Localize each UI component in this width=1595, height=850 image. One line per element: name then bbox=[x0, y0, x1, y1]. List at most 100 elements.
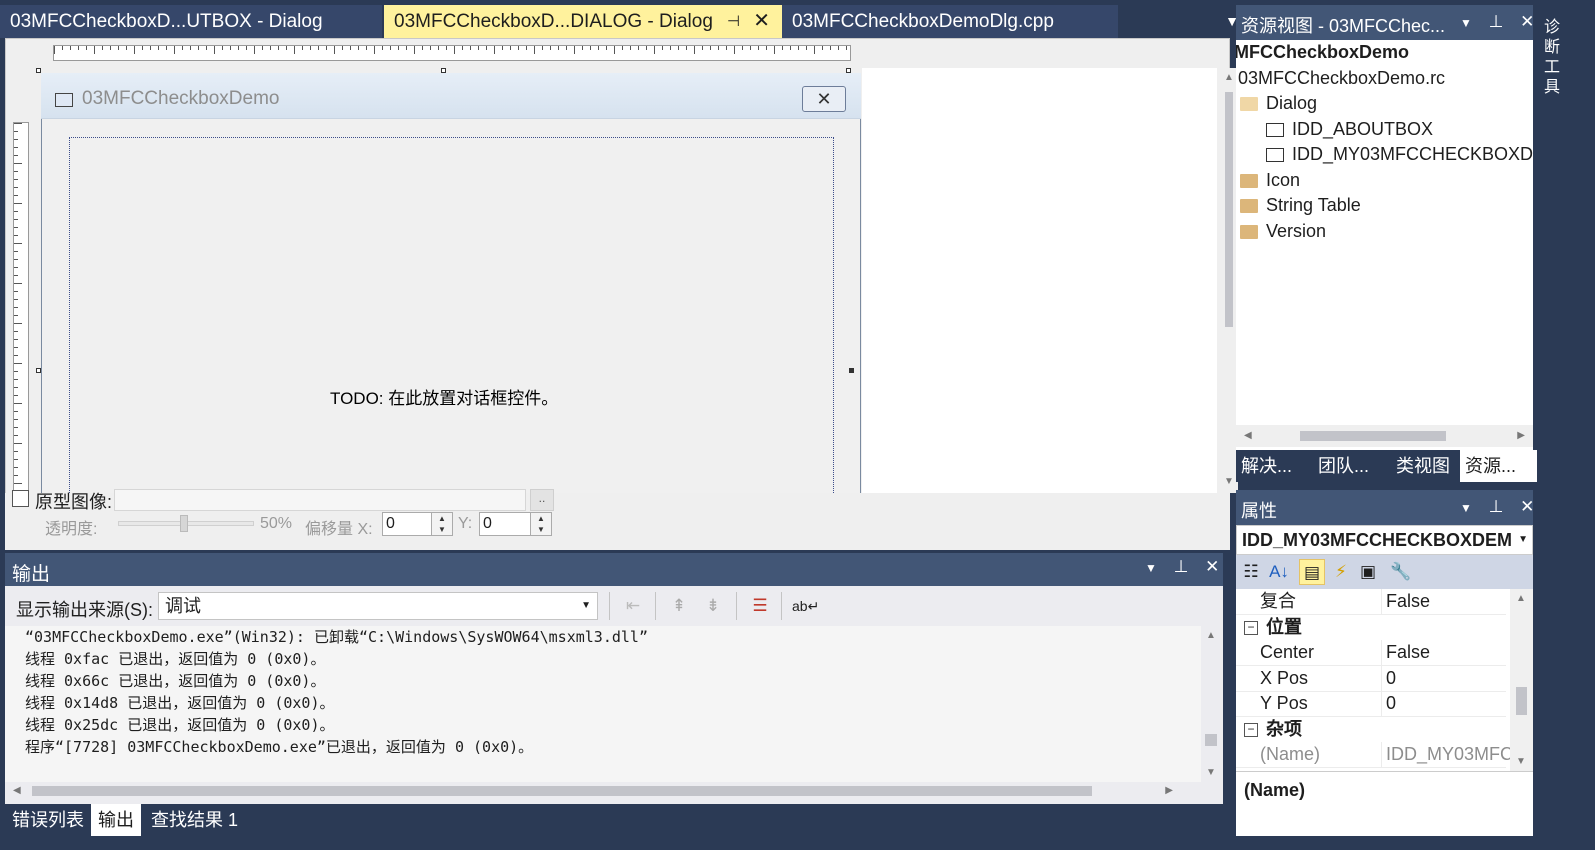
previous-message-icon[interactable]: ⇞ bbox=[666, 594, 692, 618]
ruler-tick bbox=[630, 46, 631, 50]
prototype-image-path-field[interactable] bbox=[114, 489, 526, 511]
transparency-slider-thumb[interactable] bbox=[180, 515, 188, 532]
ruler-tick bbox=[14, 187, 18, 188]
tab-team-explorer[interactable]: 团队... bbox=[1313, 450, 1369, 482]
ruler-tick bbox=[342, 46, 343, 50]
doc-tab-label: 03MFCCheckboxD...UTBOX - Dialog bbox=[10, 11, 323, 32]
property-pages-icon[interactable]: 🔧 bbox=[1388, 559, 1414, 585]
close-icon[interactable]: ✕ bbox=[753, 5, 770, 38]
property-row[interactable]: (Name) IDD_MY03MFCCHECKBOXDEMO_DIALOG bbox=[1236, 742, 1511, 768]
tree-folder-dialog[interactable]: Dialog bbox=[1240, 93, 1317, 114]
properties-object-select[interactable]: IDD_MY03MFCCHECKBOXDEM ▼ bbox=[1236, 525, 1533, 555]
prototype-image-label: 原型图像: bbox=[35, 492, 113, 512]
designer-scroll-thumb[interactable] bbox=[1225, 92, 1233, 327]
todo-static-text[interactable]: TODO: 在此放置对话框控件。 bbox=[330, 384, 558, 409]
resize-handle[interactable] bbox=[849, 368, 854, 373]
pin-icon[interactable]: ⊥ bbox=[1489, 12, 1504, 31]
doc-tab-label: 03MFCCheckboxDemoDlg.cpp bbox=[792, 11, 1054, 32]
offset-y-spinner[interactable]: ▲ ▼ bbox=[530, 512, 552, 536]
tab-error-list[interactable]: 错误列表 bbox=[5, 804, 91, 836]
prototype-image-checkbox[interactable] bbox=[12, 490, 29, 507]
tab-class-view[interactable]: 类视图 bbox=[1391, 450, 1450, 482]
output-source-value: 调试 bbox=[165, 596, 201, 616]
tree-folder-version[interactable]: Version bbox=[1240, 221, 1326, 242]
tab-solution-explorer[interactable]: 解决... bbox=[1236, 450, 1292, 482]
ruler-tick bbox=[310, 46, 311, 50]
tree-label: Icon bbox=[1266, 170, 1301, 190]
property-row[interactable]: X Pos 0 bbox=[1236, 666, 1506, 692]
tree-rc-file[interactable]: 03MFCCheckboxDemo.rc bbox=[1238, 68, 1445, 89]
dropdown-icon[interactable]: ▼ bbox=[1460, 501, 1472, 515]
property-category[interactable]: − 杂项 bbox=[1236, 717, 1506, 742]
events-icon[interactable]: ⚡ bbox=[1328, 559, 1354, 585]
property-row[interactable]: Y Pos 0 bbox=[1236, 691, 1506, 717]
property-key: (Name) bbox=[1260, 744, 1321, 764]
browse-button[interactable]: .. bbox=[530, 489, 554, 511]
next-message-icon[interactable]: ⇟ bbox=[700, 594, 726, 618]
offset-y-field[interactable]: 0 bbox=[479, 512, 531, 536]
output-text-area[interactable]: “03MFCCheckboxDemo.exe”(Win32): 已卸载“C:\W… bbox=[5, 626, 1201, 782]
resize-handle[interactable] bbox=[36, 68, 41, 73]
alphabetical-icon[interactable]: A↓ bbox=[1266, 559, 1292, 585]
offset-y-label: Y: bbox=[458, 515, 473, 532]
close-icon[interactable]: ✕ bbox=[1520, 497, 1534, 516]
tab-resource-view[interactable]: 资源... bbox=[1460, 450, 1538, 482]
doc-tab-aboutbox[interactable]: 03MFCCheckboxD...UTBOX - Dialog bbox=[0, 5, 382, 38]
property-row[interactable]: Center False bbox=[1236, 640, 1506, 666]
ruler-tick bbox=[462, 46, 463, 50]
tab-output[interactable]: 输出 bbox=[91, 804, 141, 836]
property-grid-scrollbar[interactable]: ▲ ▼ bbox=[1510, 589, 1533, 771]
ruler-tick bbox=[454, 46, 455, 54]
output-source-select[interactable]: 调试 ▼ bbox=[158, 592, 598, 620]
ruler-tick bbox=[14, 379, 18, 380]
resize-handle[interactable] bbox=[441, 68, 446, 73]
pin-icon[interactable]: ⊣ bbox=[727, 5, 740, 38]
dialog-close-button[interactable]: ✕ bbox=[802, 86, 846, 112]
dropdown-icon[interactable]: ▼ bbox=[1145, 561, 1157, 575]
close-icon[interactable]: ✕ bbox=[1520, 12, 1534, 31]
clear-all-icon[interactable]: ☰ bbox=[747, 594, 773, 618]
output-vertical-scrollbar[interactable]: ▲ ▼ bbox=[1202, 626, 1220, 782]
overrides-icon[interactable]: ▣ bbox=[1355, 559, 1381, 585]
ruler-tick bbox=[598, 46, 599, 50]
properties-icon[interactable]: ▤ bbox=[1299, 559, 1325, 585]
property-key: 复合 bbox=[1260, 591, 1296, 611]
pin-icon[interactable]: ⊥ bbox=[1489, 497, 1504, 516]
tree-item-main-dialog[interactable]: IDD_MY03MFCCHECKBOXDEMO_DIALOG bbox=[1266, 144, 1533, 165]
tree-item-aboutbox[interactable]: IDD_ABOUTBOX bbox=[1266, 119, 1433, 140]
offset-x-spinner[interactable]: ▲ ▼ bbox=[431, 512, 453, 536]
ruler-tick bbox=[14, 243, 22, 244]
ruler-tick bbox=[550, 46, 551, 50]
resize-handle[interactable] bbox=[36, 368, 41, 373]
word-wrap-icon[interactable]: ab↵ bbox=[792, 594, 819, 618]
collapse-icon[interactable]: − bbox=[1244, 621, 1258, 636]
ruler-tick bbox=[246, 46, 247, 50]
doc-tab-dlg-cpp[interactable]: 03MFCCheckboxDemoDlg.cpp bbox=[782, 5, 1118, 38]
ruler-tick bbox=[686, 46, 687, 50]
diagnostic-tools-tab[interactable]: 诊断工具 bbox=[1544, 18, 1562, 98]
tab-find-results[interactable]: 查找结果 1 bbox=[144, 804, 245, 836]
ruler-tick bbox=[326, 46, 327, 50]
output-panel-title: 输出 bbox=[12, 564, 51, 585]
output-scroll-thumb[interactable] bbox=[32, 786, 1092, 796]
collapse-icon[interactable]: − bbox=[1244, 723, 1258, 738]
dropdown-icon[interactable]: ▼ bbox=[1460, 16, 1472, 30]
ruler-tick bbox=[662, 46, 663, 50]
categorized-icon[interactable]: ☷ bbox=[1238, 559, 1264, 585]
property-category[interactable]: − 位置 bbox=[1236, 615, 1506, 640]
doc-tab-main-dialog[interactable]: 03MFCCheckboxD...DIALOG - Dialog ⊣ ✕ bbox=[384, 5, 782, 38]
resize-handle[interactable] bbox=[846, 68, 851, 73]
tree-folder-string-table[interactable]: String Table bbox=[1240, 195, 1361, 216]
property-row[interactable]: 复合 False bbox=[1236, 589, 1506, 615]
go-to-line-icon[interactable]: ⇤ bbox=[620, 594, 646, 618]
resource-view-controls: ▼ ⊥ ✕ bbox=[1460, 12, 1534, 32]
pin-icon[interactable]: ⊥ bbox=[1174, 557, 1189, 576]
ruler-tick bbox=[742, 46, 743, 50]
tree-folder-icon[interactable]: Icon bbox=[1240, 170, 1300, 191]
ruler-tick bbox=[86, 46, 87, 50]
close-icon[interactable]: ✕ bbox=[1205, 557, 1219, 576]
resource-scroll-thumb[interactable] bbox=[1300, 431, 1446, 441]
offset-x-label: 偏移量 X: bbox=[305, 521, 373, 538]
offset-x-field[interactable]: 0 bbox=[382, 512, 432, 536]
tree-project[interactable]: MFCCheckboxDemo bbox=[1236, 42, 1409, 63]
